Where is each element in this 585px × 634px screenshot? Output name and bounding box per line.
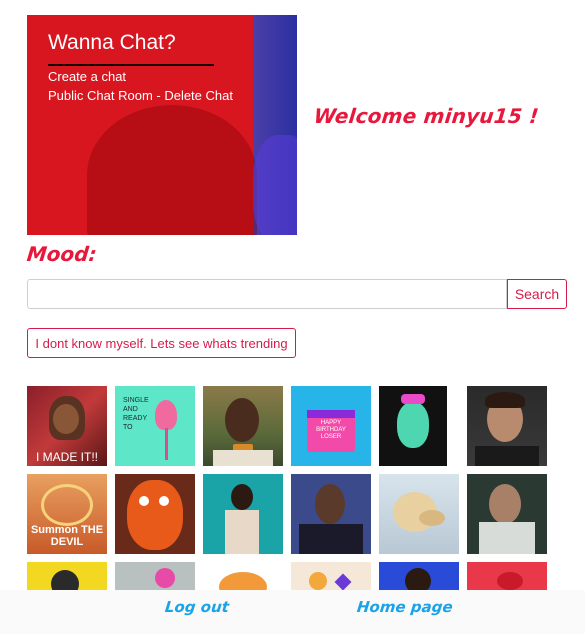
gif-caption: SINGLE AND READY TO: [123, 397, 149, 431]
gif-man-suit-news[interactable]: [291, 474, 371, 554]
gif-dog[interactable]: [379, 474, 459, 554]
gif-yellow-partial[interactable]: [27, 562, 107, 590]
gif-caption: HAPPY BIRTHDAY LOSER: [316, 420, 346, 440]
footer-bar: [0, 590, 585, 634]
gif-man-lab[interactable]: [467, 474, 547, 554]
gif-woman-dancing[interactable]: [203, 474, 283, 554]
home-page-link[interactable]: Home page: [356, 598, 454, 616]
gif-i-made-it[interactable]: I MADE IT!!: [27, 386, 107, 466]
gif-blue-partial[interactable]: [379, 562, 459, 590]
gif-man-portrait[interactable]: [467, 386, 547, 466]
gif-moon-partial[interactable]: [291, 562, 371, 590]
gif-pumpkin-partial[interactable]: [203, 562, 283, 590]
gif-red-partial[interactable]: [467, 562, 547, 590]
gif-summon-the-devil[interactable]: Summon THE DEVIL: [27, 474, 107, 554]
gif-flamingo-single[interactable]: SINGLE AND READY TO: [115, 386, 195, 466]
gif-grey-partial[interactable]: [115, 562, 195, 590]
gif-birthday-cake[interactable]: HAPPY BIRTHDAY LOSER: [291, 386, 371, 466]
gif-man-bowtie[interactable]: [203, 386, 283, 466]
gif-orange-mascot[interactable]: [115, 474, 195, 554]
gif-grid: I MADE IT!! SINGLE AND READY TO HAPPY BI…: [0, 0, 585, 590]
gif-caption: Summon THE DEVIL: [30, 524, 104, 548]
gif-caption: I MADE IT!!: [35, 450, 98, 464]
logout-link[interactable]: Log out: [164, 598, 230, 616]
gif-green-monster[interactable]: [379, 386, 447, 466]
